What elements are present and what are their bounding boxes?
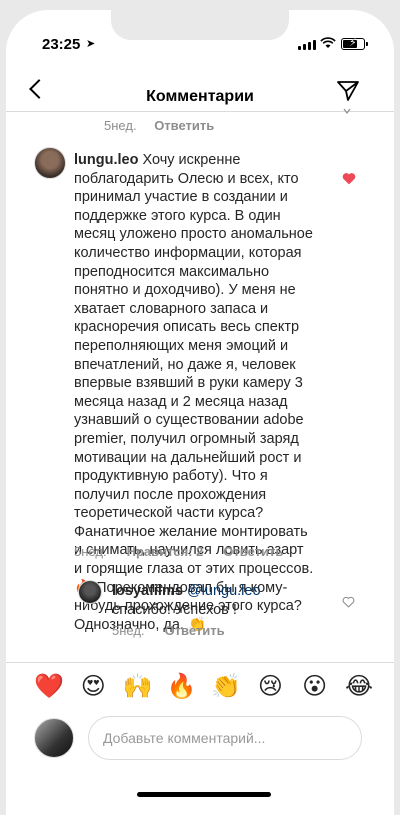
charging-bolt-icon: ⚡ (349, 37, 357, 49)
reply-text: losyafilms @lungu.leo спасибо! Успехов ! (112, 582, 312, 619)
prev-comment-age: 5нед. (104, 118, 137, 133)
emoji-button[interactable]: 😮 (300, 672, 330, 702)
clock: 23:25 (42, 36, 81, 53)
liked-heart-icon[interactable] (342, 172, 356, 185)
comment-body: Хочу искренне поблагодарить Олесю и всех… (74, 152, 314, 633)
avatar (34, 718, 74, 758)
comment-meta: 5нед. Нравится: 2 Ответить (74, 544, 283, 559)
emoji-button[interactable]: 🙌 (123, 672, 153, 702)
reply-mention[interactable]: @lungu.leo (187, 583, 261, 599)
emoji-button[interactable]: 😢 (255, 672, 285, 702)
status-bar: 23:25 ➤ ⚡ (6, 10, 394, 54)
heart-outline-icon[interactable] (342, 596, 355, 608)
avatar[interactable] (78, 580, 102, 604)
location-arrow-icon: ➤ (86, 38, 96, 50)
phone-screen: 23:25 ➤ ⚡ Комментарии 5нед. Ответить lun… (6, 10, 394, 815)
cellular-signal-icon (298, 40, 316, 50)
comment-input[interactable] (88, 716, 362, 760)
wifi-icon (320, 37, 336, 48)
emoji-button[interactable]: 🔥 (167, 672, 197, 702)
prev-comment-heart-icon[interactable] (343, 108, 351, 116)
comment-age: 5нед. (74, 544, 107, 559)
emoji-button[interactable]: 👏 (211, 672, 241, 702)
reply-age: 5нед. (112, 623, 145, 638)
prev-comment-reply-button[interactable]: Ответить (154, 118, 214, 133)
reply-body: спасибо! Успехов ! (112, 601, 237, 618)
comment-username[interactable]: lungu.leo (74, 152, 138, 168)
avatar[interactable] (34, 147, 66, 179)
comment-reply-button[interactable]: Ответить (223, 544, 283, 559)
comment-text: lungu.leo Хочу искренне поблагодарить Ол… (74, 151, 314, 634)
emoji-quick-bar: ❤️ 😍 🙌 🔥 👏 😢 😮 😂 (34, 672, 374, 702)
divider (6, 662, 394, 663)
home-indicator[interactable] (137, 792, 271, 797)
comment-composer (34, 716, 364, 760)
nav-header: Комментарии (6, 68, 394, 112)
reply-meta: 5нед. Ответить (112, 623, 225, 638)
emoji-button[interactable]: 😍 (78, 672, 108, 702)
reply-reply-button[interactable]: Ответить (165, 623, 225, 638)
comment-likes-button[interactable]: Нравится: 2 (127, 544, 204, 559)
battery-cap (366, 42, 368, 46)
prev-comment-meta: 5нед. Ответить (104, 118, 214, 133)
reply-username[interactable]: losyafilms (112, 583, 183, 599)
emoji-button[interactable]: 😂 (344, 672, 374, 702)
send-direct-icon[interactable] (336, 80, 360, 102)
emoji-button[interactable]: ❤️ (34, 672, 64, 702)
